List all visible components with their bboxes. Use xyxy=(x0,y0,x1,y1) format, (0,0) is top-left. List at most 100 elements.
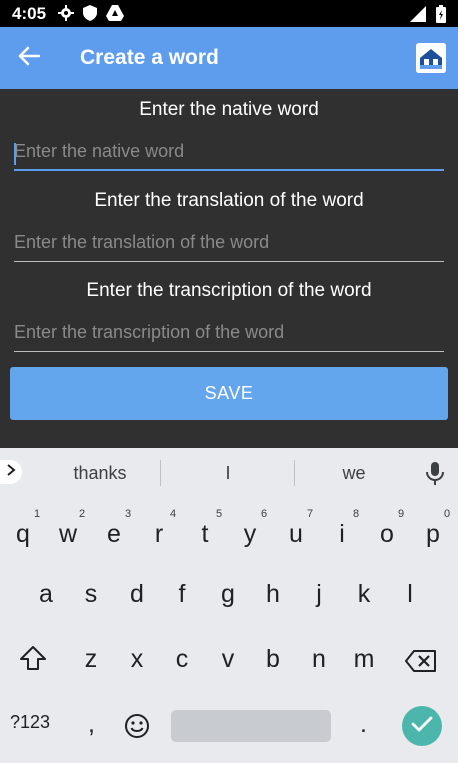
status-icons-left xyxy=(58,5,124,26)
key-n[interactable]: n xyxy=(297,641,341,693)
key-i[interactable]: 8i xyxy=(320,506,364,558)
suggestion-3[interactable]: we xyxy=(296,463,412,484)
gear-icon xyxy=(58,5,74,26)
transcription-heading: Enter the transcription of the word xyxy=(86,280,372,301)
key-c[interactable]: c xyxy=(160,641,204,693)
key-label: u xyxy=(289,520,303,548)
enter-key[interactable] xyxy=(402,706,442,746)
key-d[interactable]: d xyxy=(115,576,159,628)
key-s[interactable]: s xyxy=(69,576,113,628)
drive-icon xyxy=(106,5,124,26)
symbols-key[interactable]: ?123 xyxy=(10,712,50,733)
key-hint: 3 xyxy=(125,508,132,520)
key-label: r xyxy=(154,520,164,548)
key-label: l xyxy=(407,580,413,608)
text-cursor xyxy=(14,143,16,165)
key-label: a xyxy=(39,580,53,608)
key-f[interactable]: f xyxy=(160,576,204,628)
key-label: s xyxy=(84,580,98,608)
key-label: e xyxy=(107,520,121,548)
key-a[interactable]: a xyxy=(24,576,68,628)
key-label: b xyxy=(266,645,280,673)
soft-keyboard: thanks I we 1q 2w 3e 4r 5t 6y 7u 8i 9o 0… xyxy=(0,448,458,763)
expand-suggestions-button[interactable] xyxy=(0,460,22,484)
key-hint: 1 xyxy=(34,508,41,520)
key-label: w xyxy=(58,520,78,548)
home-button[interactable] xyxy=(416,43,446,73)
key-label: x xyxy=(130,645,144,673)
suggestion-bar: thanks I we xyxy=(0,448,458,496)
signal-icon xyxy=(410,6,426,27)
back-button[interactable] xyxy=(12,41,46,75)
key-label: t xyxy=(201,520,209,548)
save-button[interactable]: SAVE xyxy=(10,367,448,420)
key-hint: 4 xyxy=(170,508,177,520)
suggestion-1[interactable]: thanks xyxy=(40,463,160,484)
smiley-icon xyxy=(124,714,150,743)
key-m[interactable]: m xyxy=(342,641,386,693)
backspace-icon xyxy=(404,650,438,678)
battery-icon xyxy=(436,5,446,28)
translation-heading: Enter the translation of the word xyxy=(94,190,364,211)
status-bar: 4:05 xyxy=(0,0,458,27)
translation-input[interactable] xyxy=(14,228,444,262)
key-e[interactable]: 3e xyxy=(92,506,136,558)
key-q[interactable]: 1q xyxy=(1,506,45,558)
key-h[interactable]: h xyxy=(251,576,295,628)
comma-key[interactable]: , xyxy=(88,710,95,739)
key-hint: 8 xyxy=(353,508,360,520)
suggestion-divider xyxy=(294,460,295,486)
checkmark-icon xyxy=(411,715,433,738)
native-word-input[interactable] xyxy=(14,137,444,171)
key-z[interactable]: z xyxy=(69,641,113,693)
voice-input-button[interactable] xyxy=(424,460,446,486)
key-label: n xyxy=(312,645,326,673)
create-word-form: Enter the native word Enter the translat… xyxy=(0,89,458,448)
key-label: z xyxy=(84,645,98,673)
key-u[interactable]: 7u xyxy=(274,506,318,558)
key-x[interactable]: x xyxy=(115,641,159,693)
key-k[interactable]: k xyxy=(342,576,386,628)
key-label: h xyxy=(266,580,280,608)
key-label: v xyxy=(221,645,235,673)
key-hint: 5 xyxy=(216,508,223,520)
key-y[interactable]: 6y xyxy=(228,506,272,558)
key-o[interactable]: 9o xyxy=(365,506,409,558)
key-label: p xyxy=(426,520,440,548)
key-t[interactable]: 5t xyxy=(183,506,227,558)
key-hint: 0 xyxy=(444,508,451,520)
key-label: i xyxy=(339,520,345,548)
key-l[interactable]: l xyxy=(388,576,432,628)
key-label: c xyxy=(175,645,189,673)
app-bar: Create a word xyxy=(0,27,458,89)
microphone-icon xyxy=(424,462,446,490)
key-p[interactable]: 0p xyxy=(411,506,455,558)
page-title: Create a word xyxy=(80,46,219,69)
shield-icon xyxy=(83,5,97,26)
house-icon xyxy=(416,43,446,73)
key-hint: 6 xyxy=(261,508,268,520)
key-j[interactable]: j xyxy=(297,576,341,628)
shift-key[interactable] xyxy=(18,643,52,677)
period-key[interactable]: . xyxy=(360,710,367,739)
key-g[interactable]: g xyxy=(206,576,250,628)
key-hint: 9 xyxy=(398,508,405,520)
key-r[interactable]: 4r xyxy=(137,506,181,558)
status-time: 4:05 xyxy=(12,4,47,23)
key-hint: 7 xyxy=(307,508,314,520)
suggestion-2[interactable]: I xyxy=(162,463,294,484)
chevron-right-icon xyxy=(6,463,16,482)
space-bar[interactable] xyxy=(171,710,331,742)
key-label: f xyxy=(178,580,186,608)
key-w[interactable]: 2w xyxy=(46,506,90,558)
key-label: k xyxy=(357,580,371,608)
key-label: o xyxy=(380,520,394,548)
key-label: d xyxy=(130,580,144,608)
backspace-key[interactable] xyxy=(404,648,438,674)
key-hint: 2 xyxy=(79,508,86,520)
native-word-heading: Enter the native word xyxy=(139,99,319,120)
emoji-key[interactable] xyxy=(124,713,150,739)
key-b[interactable]: b xyxy=(251,641,295,693)
transcription-input[interactable] xyxy=(14,318,444,352)
key-v[interactable]: v xyxy=(206,641,250,693)
